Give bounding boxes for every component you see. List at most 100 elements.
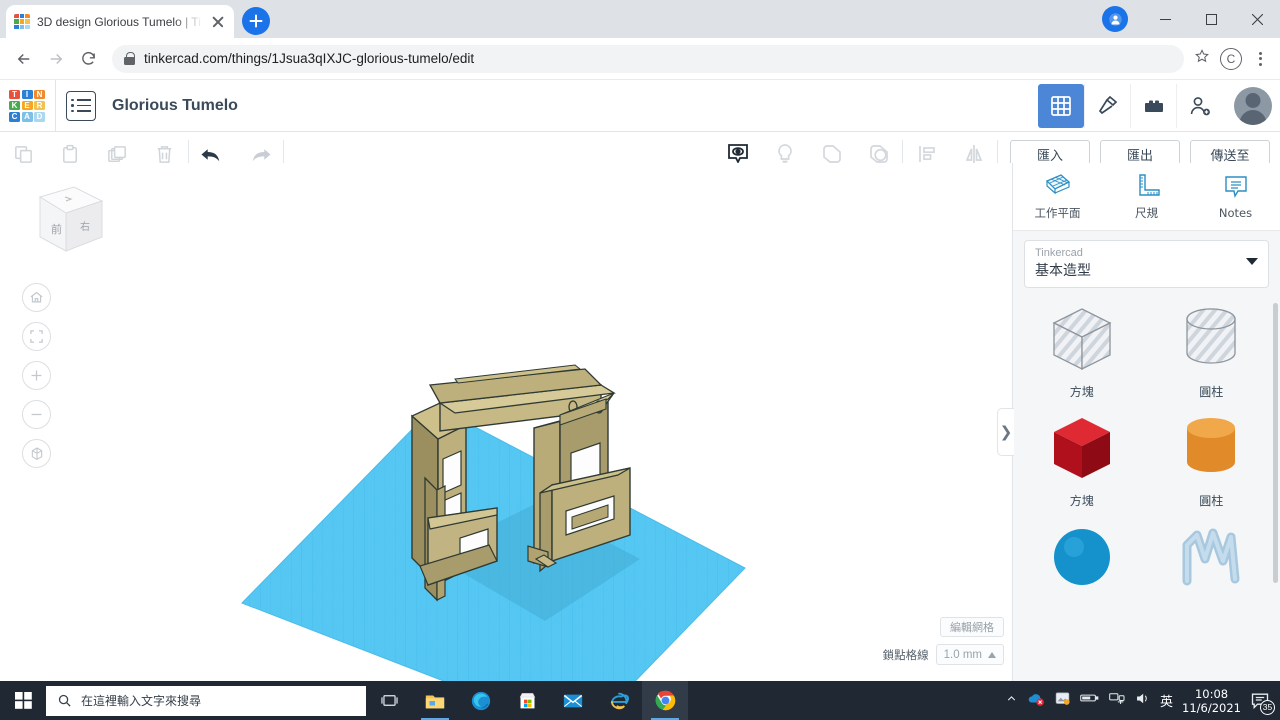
user-avatar[interactable] [1234,86,1272,125]
box-solid-icon [1053,418,1110,478]
logo-letter: I [21,89,33,100]
microsoft-store-icon[interactable] [504,681,550,720]
panel-tabs: 工作平面 尺規 Notes [1013,163,1280,231]
browser-menu-icon[interactable] [1250,51,1270,66]
clock-date: 11/6/2021 [1182,700,1241,715]
network-icon[interactable] [1108,691,1125,711]
tab-ruler[interactable]: 尺規 [1102,163,1191,230]
edge-icon[interactable] [458,681,504,720]
back-button[interactable] [10,45,38,73]
workplane-icon [1045,174,1070,195]
blocks-icon[interactable] [1130,83,1176,128]
shape-library-select[interactable]: Tinkercad 基本造型 [1024,240,1269,288]
chevron-up-icon[interactable] [1005,692,1018,710]
shape-item[interactable] [1017,519,1147,601]
window-controls [1102,0,1280,38]
shape-shelf: 方塊 圓柱 方塊 圓柱 [1013,293,1280,681]
snap-grid-row: 鎖點格線 1.0 mm [883,644,1004,665]
notes-icon [1224,176,1247,198]
mail-icon[interactable] [550,681,596,720]
photos-icon[interactable] [1054,690,1071,712]
file-explorer-icon[interactable] [412,681,458,720]
shape-label: 方塊 [1069,385,1094,399]
hammer-icon[interactable] [1084,83,1130,128]
cylinder-solid-icon [1187,418,1236,472]
browser-tab-title: 3D design Glorious Tumelo | Ti [37,14,201,29]
tab-ruler-label: 尺規 [1135,206,1158,220]
browser-toolbar: tinkercad.com/things/1Jsua3qIXJC-gloriou… [0,38,1280,80]
reload-button[interactable] [74,45,102,73]
shape-label: 圓柱 [1199,494,1224,508]
shape-item[interactable] [1147,519,1277,601]
start-button-icon[interactable] [0,681,46,720]
tab-workplane-label: 工作平面 [1034,206,1081,220]
page-title: Glorious Tumelo [112,96,238,114]
logo-letter: T [9,89,20,100]
scribble-solid-icon [1182,528,1240,586]
forward-button[interactable] [42,45,70,73]
header-divider [55,79,56,132]
chevron-down-icon [1246,258,1258,265]
tinkercad-logo-icon[interactable]: T I N K E R C A D [9,89,45,122]
bookmark-star-icon[interactable] [1194,48,1210,69]
clock-time: 10:08 [1194,686,1229,701]
logo-letter: N [34,89,45,100]
logo-letter: A [21,111,33,122]
tab-workplane[interactable]: 工作平面 [1013,163,1102,230]
shape-item[interactable]: 方塊 [1017,410,1147,509]
edit-grid-button[interactable]: 編輯網格 [940,617,1004,637]
browser-profile-button[interactable]: C [1220,47,1242,70]
chrome-icon[interactable] [642,681,688,720]
new-tab-button[interactable] [242,7,270,35]
project-list-icon[interactable] [66,90,96,121]
collapse-panel-handle[interactable]: ❯ [997,408,1014,456]
taskbar-search-input[interactable]: 在這裡輸入文字來搜尋 [46,685,366,716]
battery-icon[interactable] [1080,691,1099,710]
header-actions [1038,80,1280,132]
volume-icon[interactable] [1134,691,1151,711]
ime-indicator[interactable]: 英 [1160,691,1173,710]
shape-label: 方塊 [1069,494,1094,508]
notification-center-icon[interactable]: 35 [1250,690,1275,715]
tinkercad-header: T I N K E R C A D Glorious Tumelo [0,79,1280,132]
shape-item[interactable]: 方塊 [1017,301,1147,400]
shapes-panel: ❯ 工作平面 尺規 Notes Tinkercad 基本造型 方塊 圓柱 方塊 … [997,163,1280,681]
snap-grid-select[interactable]: 1.0 mm [935,644,1004,665]
shape-item[interactable]: 圓柱 [1147,301,1277,400]
logo-letter: D [34,111,45,122]
3d-canvas[interactable]: 前 右 編輯網格 鎖點格線 1.0 mm [0,163,1012,681]
task-view-icon[interactable] [366,681,412,720]
maximize-window-button[interactable] [1188,0,1234,38]
close-tab-icon[interactable] [210,14,226,30]
shape-label: 圓柱 [1199,385,1224,399]
onedrive-error-icon[interactable] [1027,689,1045,712]
shape-library-value: 基本造型 [1035,263,1091,279]
lock-icon [124,52,135,65]
panel-scrollbar[interactable] [1273,303,1278,583]
shape-library-group: Tinkercad [1035,247,1083,259]
grid-icon[interactable] [1038,83,1084,128]
minimize-window-button[interactable] [1142,0,1188,38]
tab-notes[interactable]: Notes [1191,163,1280,230]
logo-letter: R [34,100,45,111]
logo-letter: C [9,111,20,122]
sphere-solid-icon [1053,529,1110,585]
system-tray: 英 10:08 11/6/2021 35 [1005,687,1280,715]
close-window-button[interactable] [1234,0,1280,38]
chevron-up-icon [988,651,996,658]
add-user-icon[interactable] [1176,83,1222,128]
snap-grid-value: 1.0 mm [943,648,982,661]
taskbar-clock[interactable]: 10:08 11/6/2021 [1182,687,1241,715]
snap-grid-label: 鎖點格線 [882,647,929,662]
workplane-and-model [241,364,746,681]
internet-explorer-icon[interactable] [596,681,642,720]
address-bar[interactable]: tinkercad.com/things/1Jsua3qIXJC-gloriou… [112,44,1184,73]
profile-avatar-icon[interactable] [1102,6,1128,32]
box-hole-icon [1052,308,1112,371]
ruler-icon [1138,174,1160,196]
browser-tab[interactable]: 3D design Glorious Tumelo | Ti [6,5,234,38]
shape-item[interactable]: 圓柱 [1147,410,1277,509]
taskbar-search-placeholder: 在這裡輸入文字來搜尋 [81,694,202,708]
browser-tab-strip: 3D design Glorious Tumelo | Ti [0,0,1280,38]
windows-taskbar: 在這裡輸入文字來搜尋 英 10:08 11/6/2021 35 [0,681,1280,720]
